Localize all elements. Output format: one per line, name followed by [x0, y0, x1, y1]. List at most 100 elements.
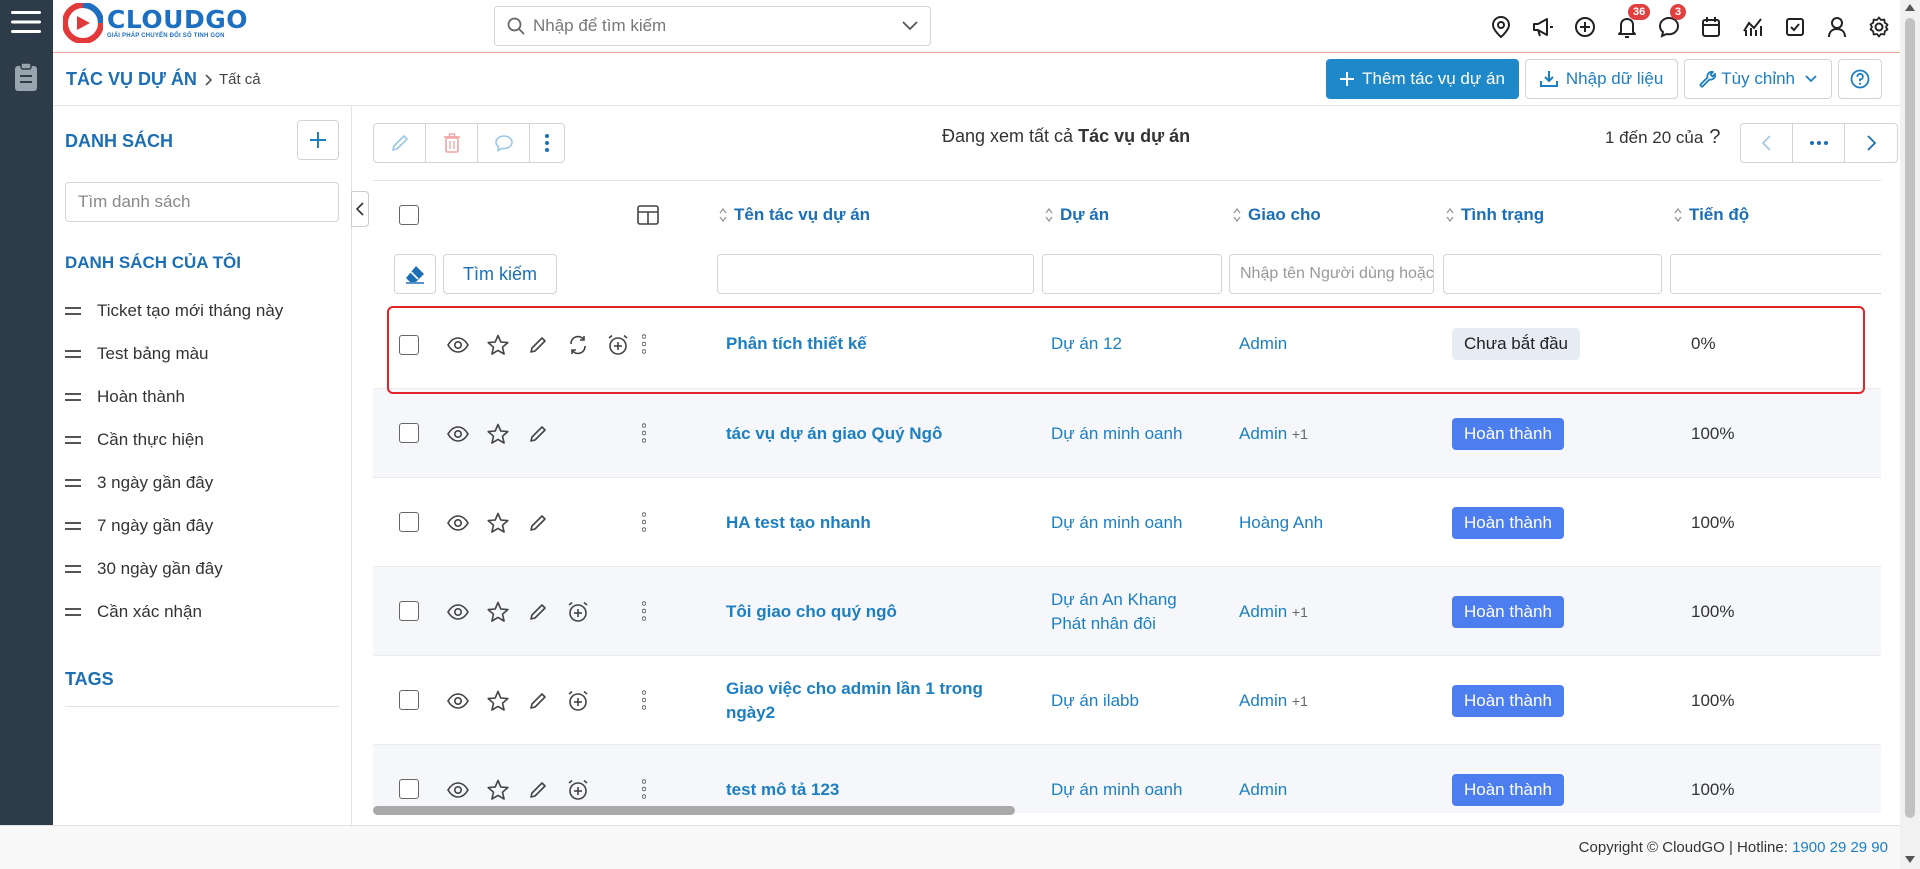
assignee[interactable]: Admin — [1239, 778, 1287, 802]
refresh-icon[interactable] — [558, 333, 598, 357]
pagination-help[interactable]: ? — [1709, 126, 1720, 149]
row-checkbox[interactable] — [399, 690, 419, 710]
star-icon[interactable] — [478, 600, 518, 624]
eye-icon[interactable] — [438, 422, 478, 446]
row-checkbox[interactable] — [399, 335, 419, 355]
filter-assignee-input[interactable]: Nhập tên Người dùng hoặc nhóm — [1229, 254, 1434, 294]
filter-name-input[interactable] — [717, 254, 1034, 294]
table-row[interactable]: tác vụ dự án giao Quý Ngô Dự án minh oan… — [373, 389, 1881, 478]
task-name-link[interactable]: tác vụ dự án giao Quý Ngô — [726, 422, 996, 446]
pencil-icon[interactable] — [518, 778, 558, 802]
column-header-assignee[interactable]: Giao cho — [1232, 205, 1321, 225]
list-search-input[interactable]: Tìm danh sách — [65, 182, 339, 222]
filter-project-input[interactable] — [1042, 254, 1222, 294]
project-link[interactable]: Dự án minh oanh — [1051, 422, 1201, 446]
page-options-button[interactable] — [1793, 124, 1845, 162]
alarm-add-icon[interactable] — [558, 689, 598, 713]
task-name-link[interactable]: Tôi giao cho quý ngô — [726, 600, 996, 624]
user-icon[interactable] — [1816, 0, 1858, 53]
task-name-link[interactable]: HA test tạo nhanh — [726, 511, 996, 535]
help-button[interactable] — [1838, 59, 1882, 99]
column-header-progress[interactable]: Tiến độ — [1673, 205, 1749, 225]
sidebar-list-item[interactable]: Cần xác nhận — [65, 590, 345, 633]
gear-icon[interactable] — [1858, 0, 1900, 53]
scroll-down-icon[interactable] — [1905, 856, 1915, 863]
assignee[interactable]: Hoàng Anh — [1239, 511, 1323, 535]
hotline-link[interactable]: 1900 29 29 90 — [1792, 839, 1888, 856]
sidebar-list-item[interactable]: 3 ngày gần đây — [65, 461, 345, 504]
row-menu-icon[interactable] — [642, 779, 646, 799]
table-row[interactable]: HA test tạo nhanh Dự án minh oanh Hoàng … — [373, 478, 1881, 567]
row-checkbox[interactable] — [399, 779, 419, 799]
location-icon[interactable] — [1480, 0, 1522, 53]
next-page-button[interactable] — [1845, 124, 1897, 162]
sidebar-list-item[interactable]: 7 ngày gần đây — [65, 504, 345, 547]
task-name-link[interactable]: Phân tích thiết kế — [726, 332, 996, 356]
import-button[interactable]: Nhập dữ liệu — [1524, 59, 1679, 99]
filter-search-button[interactable]: Tìm kiếm — [443, 254, 557, 294]
assignee[interactable]: Admin — [1239, 332, 1287, 356]
assignee[interactable]: Admin +1 — [1239, 689, 1308, 713]
vertical-scrollbar[interactable] — [1900, 0, 1920, 869]
project-link[interactable]: Dự án minh oanh — [1051, 778, 1201, 802]
table-row[interactable]: Tôi giao cho quý ngô Dự án An Khang Phát… — [373, 567, 1881, 656]
hamburger-menu-icon[interactable] — [11, 10, 41, 34]
row-menu-icon[interactable] — [642, 334, 646, 354]
filter-status-input[interactable] — [1443, 254, 1662, 294]
edit-button[interactable] — [374, 124, 426, 162]
row-menu-icon[interactable] — [642, 423, 646, 443]
project-link[interactable]: Dự án ilabb — [1051, 689, 1201, 713]
clear-filter-button[interactable] — [394, 254, 436, 294]
task-name-link[interactable]: Giao việc cho admin lần 1 trong ngày2 — [726, 677, 996, 725]
global-search[interactable]: Nhập để tìm kiếm — [494, 6, 931, 46]
pencil-icon[interactable] — [518, 333, 558, 357]
eye-icon[interactable] — [438, 778, 478, 802]
eye-icon[interactable] — [438, 333, 478, 357]
row-checkbox[interactable] — [399, 601, 419, 621]
project-link[interactable]: Dự án 12 — [1051, 332, 1201, 356]
sidebar-list-item[interactable]: Hoàn thành — [65, 375, 345, 418]
add-list-button[interactable] — [297, 120, 339, 160]
row-checkbox[interactable] — [399, 423, 419, 443]
more-actions-button[interactable] — [530, 124, 564, 162]
row-menu-icon[interactable] — [642, 690, 646, 710]
sidebar-list-item[interactable]: Ticket tạo mới tháng này — [65, 289, 345, 332]
pencil-icon[interactable] — [518, 422, 558, 446]
project-link[interactable]: Dự án An Khang Phát nhân đôi — [1051, 588, 1201, 636]
star-icon[interactable] — [478, 333, 518, 357]
table-row[interactable]: Giao việc cho admin lần 1 trong ngày2 Dự… — [373, 656, 1881, 745]
column-header-status[interactable]: Tình trạng — [1445, 205, 1544, 225]
alarm-add-icon[interactable] — [558, 600, 598, 624]
alarm-add-icon[interactable] — [598, 333, 638, 357]
pencil-icon[interactable] — [518, 600, 558, 624]
prev-page-button[interactable] — [1741, 124, 1793, 162]
assignee[interactable]: Admin +1 — [1239, 422, 1308, 446]
delete-button[interactable] — [426, 124, 478, 162]
eye-icon[interactable] — [438, 511, 478, 535]
assignee[interactable]: Admin +1 — [1239, 600, 1308, 624]
alarm-add-icon[interactable] — [558, 778, 598, 802]
eye-icon[interactable] — [438, 689, 478, 713]
chat-icon[interactable]: 3 — [1648, 0, 1690, 53]
clipboard-icon[interactable] — [14, 62, 38, 92]
eye-icon[interactable] — [438, 600, 478, 624]
column-header-project[interactable]: Dự án — [1044, 205, 1109, 225]
star-icon[interactable] — [478, 422, 518, 446]
table-row[interactable]: Phân tích thiết kế Dự án 12 Admin Chưa b… — [373, 300, 1881, 389]
scroll-up-icon[interactable] — [1905, 4, 1915, 11]
megaphone-icon[interactable] — [1522, 0, 1564, 53]
pencil-icon[interactable] — [518, 511, 558, 535]
sidebar-list-item[interactable]: 30 ngày gần đây — [65, 547, 345, 590]
filter-progress-input[interactable] — [1670, 254, 1881, 294]
row-checkbox[interactable] — [399, 512, 419, 532]
horizontal-scrollbar[interactable] — [373, 804, 1881, 816]
checkbox-icon[interactable] — [1774, 0, 1816, 53]
row-menu-icon[interactable] — [642, 601, 646, 621]
table-row[interactable]: test mô tả 123 Dự án minh oanh Admin Hoà… — [373, 745, 1881, 813]
vertical-scrollbar-thumb[interactable] — [1905, 18, 1915, 818]
comment-button[interactable] — [478, 124, 530, 162]
calendar-icon[interactable] — [1690, 0, 1732, 53]
sidebar-list-item[interactable]: Cần thực hiện — [65, 418, 345, 461]
add-task-button[interactable]: Thêm tác vụ dự án — [1326, 59, 1519, 99]
logo[interactable]: CLOUDGO GIẢI PHÁP CHUYỂN ĐỔI SỐ TINH GỌN — [63, 3, 248, 43]
